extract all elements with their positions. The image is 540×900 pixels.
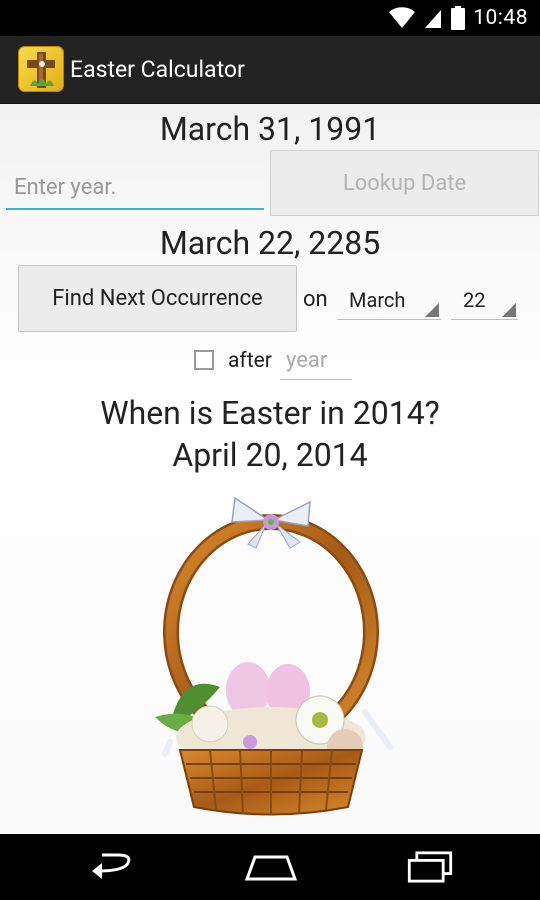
on-label: on (303, 287, 328, 312)
lookup-date-button[interactable]: Lookup Date (270, 150, 539, 216)
after-checkbox[interactable] (194, 350, 214, 370)
navigation-bar (0, 834, 540, 900)
day-select[interactable]: 22 (451, 280, 518, 320)
cell-signal-icon (425, 10, 442, 28)
status-bar: 10:48 (0, 0, 540, 36)
battery-icon (451, 6, 466, 30)
main-content: March 31, 1991 Lookup Date March 22, 228… (0, 104, 540, 834)
status-time: 10:48 (473, 6, 528, 30)
month-select-value: March (349, 288, 406, 312)
find-next-occurrence-button[interactable]: Find Next Occurrence (18, 265, 297, 332)
after-year-input[interactable] (280, 342, 352, 380)
action-bar: Easter Calculator (0, 36, 540, 104)
after-checkbox-label: after (228, 349, 272, 373)
cross-glyph-icon (27, 52, 55, 88)
back-icon[interactable] (88, 851, 138, 883)
occurrence-result-date: March 22, 2285 (159, 224, 381, 262)
wifi-icon (389, 7, 416, 29)
dropdown-triangle-icon (502, 303, 516, 317)
month-select[interactable]: March (337, 280, 441, 320)
recent-apps-icon[interactable] (404, 851, 456, 883)
app-title: Easter Calculator (70, 56, 245, 83)
cross-app-icon[interactable] (18, 46, 64, 92)
easter-answer-date: April 20, 2014 (172, 436, 368, 474)
lookup-result-date: March 31, 1991 (159, 110, 381, 148)
easter-basket-image (155, 496, 393, 816)
status-icons: 10:48 (389, 5, 528, 31)
dropdown-triangle-icon (425, 303, 439, 317)
day-select-value: 22 (463, 288, 486, 312)
home-icon[interactable] (243, 851, 299, 883)
year-input[interactable] (6, 166, 264, 210)
easter-question: When is Easter in 2014? (100, 394, 440, 432)
